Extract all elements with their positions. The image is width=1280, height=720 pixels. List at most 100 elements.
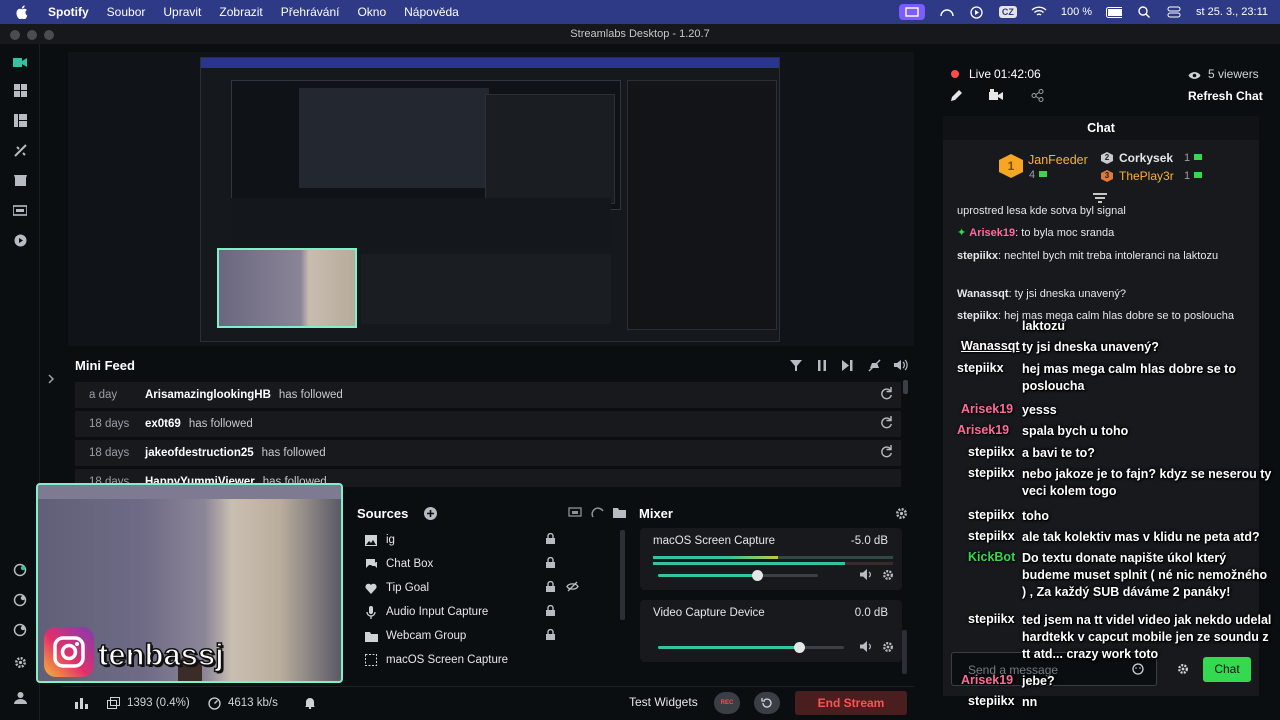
status-bar: 1393 (0.4%) 4613 kb/s Test Widgets REC E… bbox=[62, 686, 914, 720]
speedometer-icon bbox=[208, 697, 221, 713]
source-item[interactable]: Tip Goal bbox=[364, 577, 579, 599]
lock-icon[interactable] bbox=[546, 556, 555, 571]
search-icon[interactable] bbox=[1136, 6, 1152, 18]
bitrate: 4613 kb/s bbox=[228, 697, 278, 709]
sources-scrollbar[interactable] bbox=[620, 530, 625, 620]
stream-preview[interactable] bbox=[68, 52, 914, 354]
projector-icon[interactable] bbox=[568, 507, 582, 522]
control-center-icon[interactable] bbox=[1166, 6, 1182, 18]
mini-feed-time: a day bbox=[89, 389, 118, 401]
source-item[interactable]: Webcam Group bbox=[364, 625, 570, 647]
source-item[interactable]: macOS Screen Capture bbox=[364, 649, 570, 671]
menubar-clock[interactable]: st 25. 3., 23:11 bbox=[1196, 6, 1268, 18]
lock-icon[interactable] bbox=[546, 532, 555, 547]
add-source-icon[interactable] bbox=[424, 507, 437, 523]
end-stream-button[interactable]: End Stream bbox=[795, 691, 907, 715]
sub-icon bbox=[1194, 172, 1202, 178]
speaker-icon[interactable] bbox=[860, 569, 873, 583]
keyboard-layout-badge[interactable]: CZ bbox=[998, 6, 1017, 18]
repeat-alert-icon[interactable] bbox=[880, 416, 893, 432]
add-folder-icon[interactable] bbox=[613, 507, 626, 521]
menu-file[interactable]: Soubor bbox=[107, 5, 146, 19]
menu-help[interactable]: Nápověda bbox=[404, 5, 459, 19]
verified-icon: ✦ bbox=[957, 227, 970, 239]
editor-icon[interactable] bbox=[12, 54, 28, 70]
overlay-nick: stepiikx bbox=[968, 529, 1015, 543]
mute-alerts-icon[interactable] bbox=[868, 359, 881, 375]
menu-view[interactable]: Zobrazit bbox=[219, 5, 262, 19]
lock-icon[interactable] bbox=[546, 604, 555, 619]
share-icon[interactable] bbox=[1031, 89, 1044, 105]
eye-icon bbox=[1188, 69, 1201, 83]
lock-icon[interactable] bbox=[546, 628, 555, 643]
studio-mode-icon[interactable] bbox=[12, 202, 28, 218]
menu-playback[interactable]: Přehrávání bbox=[281, 5, 340, 19]
menu-app[interactable]: Spotify bbox=[48, 5, 89, 19]
overlay-text: yesss bbox=[1022, 403, 1057, 417]
mic-icon bbox=[364, 605, 378, 619]
store-icon[interactable] bbox=[12, 172, 28, 188]
settings-alt-icon[interactable] bbox=[12, 592, 28, 608]
lock-icon[interactable] bbox=[546, 580, 555, 595]
filter-icon[interactable] bbox=[790, 360, 802, 374]
menu-edit[interactable]: Upravit bbox=[163, 5, 201, 19]
repeat-alert-icon[interactable] bbox=[880, 445, 893, 461]
notification-bell-icon[interactable] bbox=[304, 696, 316, 712]
play-circle-icon[interactable] bbox=[969, 5, 985, 19]
volume-slider[interactable] bbox=[658, 642, 844, 653]
themes-icon[interactable] bbox=[12, 142, 28, 158]
mixer-scrollbar[interactable] bbox=[902, 630, 907, 674]
pause-icon[interactable] bbox=[817, 360, 827, 374]
edit-pencil-icon[interactable] bbox=[950, 89, 963, 105]
mini-feed-action: has followed bbox=[188, 418, 253, 430]
wifi-icon[interactable] bbox=[1031, 6, 1047, 18]
window-title: Streamlabs Desktop - 1.20.7 bbox=[570, 28, 710, 40]
close-window-button[interactable] bbox=[10, 30, 20, 40]
camera-icon[interactable] bbox=[989, 89, 1003, 104]
mixer-settings-icon[interactable] bbox=[895, 507, 908, 523]
viewer-count: 5 viewers bbox=[1208, 67, 1259, 81]
mini-feed-panel: Mini Feed a day ArisamazinglookingHB has… bbox=[62, 350, 914, 498]
zoom-window-button[interactable] bbox=[44, 30, 54, 40]
test-widgets-button[interactable]: Test Widgets bbox=[629, 695, 698, 709]
volume-slider[interactable] bbox=[658, 570, 818, 581]
mini-feed-scrollbar[interactable] bbox=[903, 380, 908, 394]
record-button[interactable]: REC bbox=[714, 692, 740, 714]
link-icon[interactable] bbox=[12, 562, 28, 578]
webcam-feed: tenbassj bbox=[36, 483, 343, 683]
battery-icon[interactable] bbox=[1106, 6, 1123, 18]
expand-left-icon[interactable] bbox=[47, 373, 55, 388]
screen-share-icon[interactable] bbox=[898, 4, 925, 20]
stats-chart-icon[interactable] bbox=[75, 697, 88, 712]
layout-icon[interactable] bbox=[12, 112, 28, 128]
refresh-chat-button[interactable]: Refresh Chat bbox=[1188, 89, 1263, 103]
mini-feed-action: has followed bbox=[278, 389, 343, 401]
dashboard-icon[interactable] bbox=[12, 82, 28, 98]
apple-icon[interactable] bbox=[16, 5, 30, 19]
group-icon[interactable] bbox=[591, 507, 605, 522]
source-item[interactable]: Chat Box bbox=[364, 553, 570, 575]
gear-icon[interactable] bbox=[12, 654, 28, 670]
minimize-window-button[interactable] bbox=[27, 30, 37, 40]
replay-buffer-button[interactable] bbox=[754, 692, 780, 714]
user-icon[interactable] bbox=[12, 689, 28, 705]
sub-icon bbox=[1194, 154, 1202, 160]
skip-icon[interactable] bbox=[842, 360, 853, 374]
overlay-text: laktozu bbox=[1022, 319, 1066, 333]
channel-settings-icon[interactable] bbox=[882, 569, 894, 584]
overlay-text: spala bych u toho bbox=[1022, 424, 1129, 438]
gauge-icon[interactable] bbox=[939, 6, 955, 18]
source-item[interactable]: ig bbox=[364, 529, 570, 551]
hidden-eye-icon[interactable] bbox=[566, 581, 579, 595]
repeat-alert-icon[interactable] bbox=[880, 387, 893, 403]
speaker-icon[interactable] bbox=[860, 641, 873, 655]
play-icon[interactable] bbox=[12, 232, 28, 248]
mini-feed-row: 18 days ex0t69 has followed bbox=[75, 411, 901, 437]
source-item[interactable]: Audio Input Capture bbox=[364, 601, 570, 623]
chat-text: : nechtel bych mit treba intoleranci na … bbox=[997, 250, 1219, 262]
channel-settings-icon[interactable] bbox=[882, 641, 894, 656]
volume-icon[interactable] bbox=[894, 359, 908, 374]
power-icon[interactable] bbox=[12, 622, 28, 638]
leader-name: Corkysek bbox=[1119, 151, 1174, 165]
menu-window[interactable]: Okno bbox=[357, 5, 386, 19]
